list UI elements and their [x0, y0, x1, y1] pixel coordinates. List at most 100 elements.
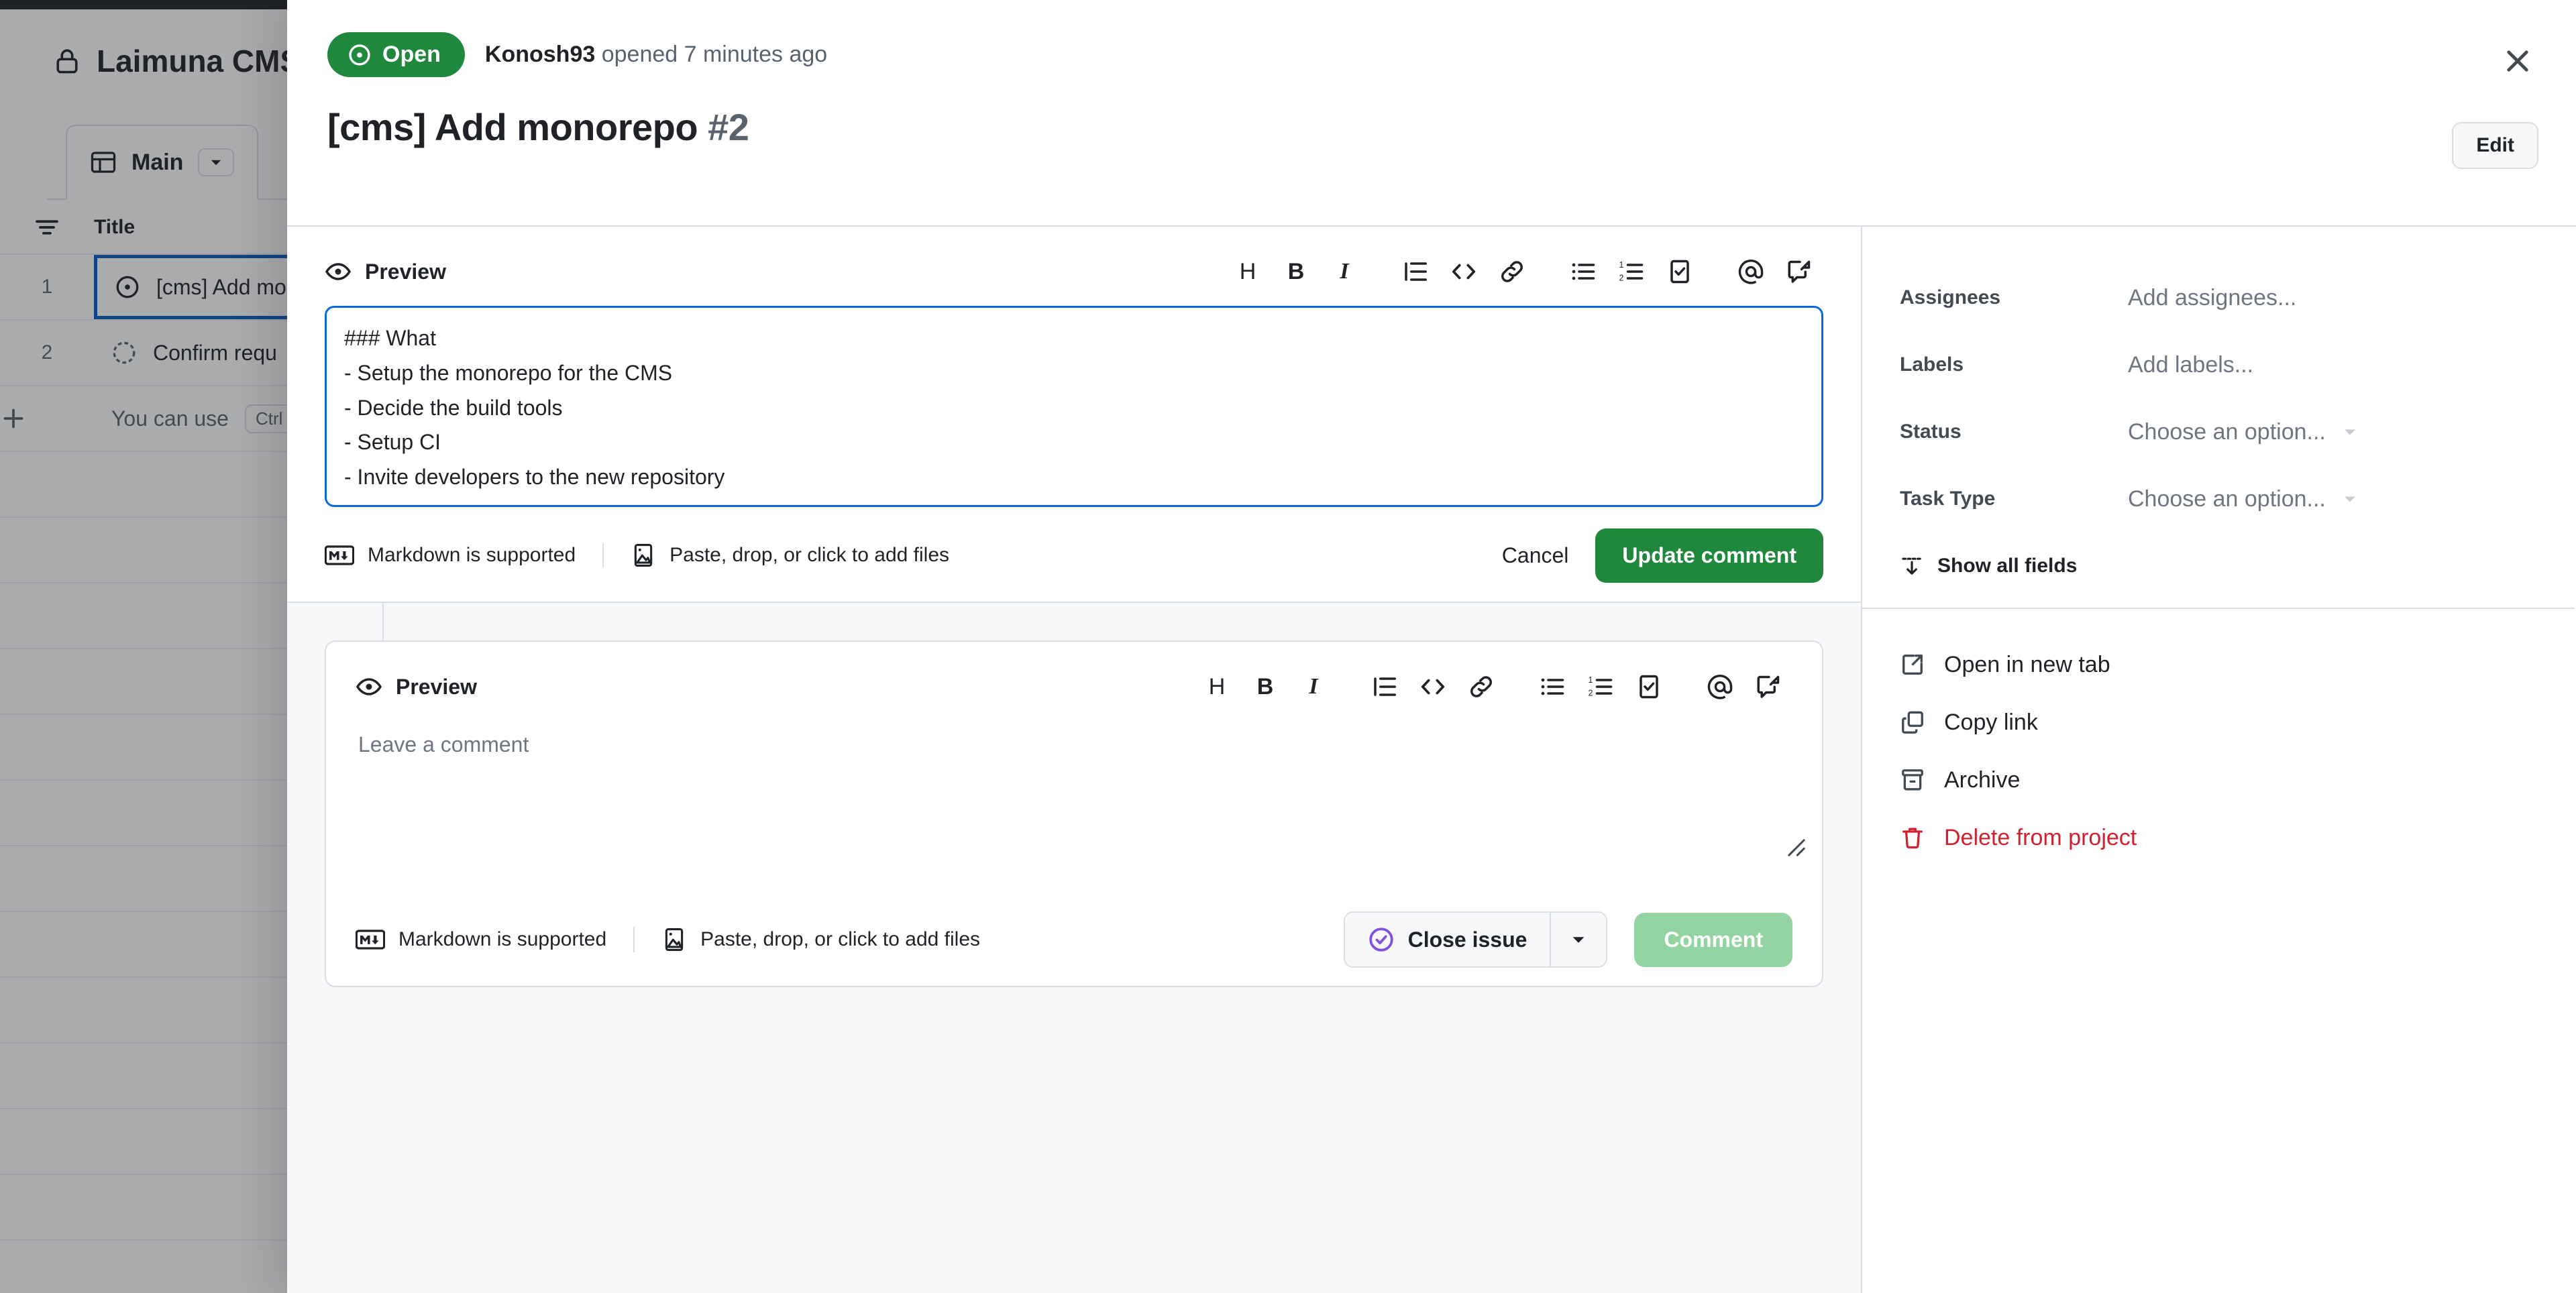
markdown-hint-label: Markdown is supported	[368, 544, 576, 566]
heading-icon[interactable]: H	[1193, 665, 1241, 709]
trash-icon	[1900, 825, 1925, 850]
cancel-button[interactable]: Cancel	[1502, 543, 1569, 568]
svg-text:2: 2	[1589, 689, 1593, 698]
issue-number: #2	[708, 106, 749, 148]
formatting-tool-group: H B I 1 2	[1224, 249, 1823, 294]
bold-icon[interactable]: B	[1272, 249, 1320, 294]
comment-button[interactable]: Comment	[1634, 912, 1792, 967]
chevron-down-icon[interactable]	[2341, 423, 2359, 441]
image-icon	[631, 543, 656, 568]
resize-grip-icon[interactable]	[1783, 834, 1810, 861]
composer-hints: Markdown is supported Paste, drop, or cl…	[356, 927, 1007, 952]
modal-header: Open Konosh93 opened 7 minutes ago [cms]…	[287, 0, 2576, 227]
sidebar-field-labels[interactable]: Labels Add labels...	[1900, 331, 2537, 398]
status-badge[interactable]: Open	[327, 32, 465, 77]
markdown-hint-label: Markdown is supported	[398, 928, 607, 950]
attach-files-hint[interactable]: Paste, drop, or click to add files	[633, 927, 1007, 952]
link-icon[interactable]	[1488, 249, 1536, 294]
action-label: Archive	[1944, 767, 2021, 793]
quote-icon[interactable]	[1391, 249, 1440, 294]
field-label: Labels	[1900, 353, 1964, 376]
issue-meta: Konosh93 opened 7 minutes ago	[485, 42, 827, 68]
unordered-list-icon[interactable]	[1528, 665, 1576, 709]
code-icon[interactable]	[1409, 665, 1457, 709]
mention-icon[interactable]	[1727, 249, 1775, 294]
issue-author: Konosh93	[484, 42, 596, 67]
issue-open-icon	[347, 43, 372, 67]
sidebar-actions: Open in new tab Copy link Archive Delete…	[1900, 636, 2537, 866]
preview-tab-label: Preview	[396, 674, 477, 699]
sidebar-field-task-type[interactable]: Task Type Choose an option...	[1900, 465, 2537, 532]
archive-action[interactable]: Archive	[1900, 751, 2537, 809]
markdown-icon	[325, 545, 354, 565]
editor-toolbar: Preview H B I 1 2	[356, 665, 1792, 709]
composer-hints: Markdown is supported Paste, drop, or cl…	[325, 543, 976, 568]
edit-composer-actions: Cancel Update comment	[1502, 528, 1823, 583]
reply-composer-actions: Close issue Comment	[1343, 911, 1792, 968]
chevron-down-icon[interactable]	[1550, 913, 1607, 966]
bold-icon[interactable]: B	[1241, 665, 1289, 709]
field-value: Choose an option...	[2128, 486, 2326, 512]
issue-opened-text: opened 7 minutes ago	[601, 42, 828, 67]
close-icon[interactable]	[2497, 40, 2538, 82]
edit-composer-footer: Markdown is supported Paste, drop, or cl…	[325, 528, 1823, 583]
link-icon[interactable]	[1457, 665, 1505, 709]
markdown-hint[interactable]: Markdown is supported	[356, 928, 633, 951]
field-label: Status	[1900, 420, 1962, 443]
update-comment-button[interactable]: Update comment	[1595, 528, 1823, 583]
external-link-icon	[1900, 652, 1925, 677]
heading-icon[interactable]: H	[1224, 249, 1272, 294]
reply-composer-footer: Markdown is supported Paste, drop, or cl…	[356, 911, 1792, 968]
markdown-hint[interactable]: Markdown is supported	[325, 544, 602, 567]
field-value-wrap[interactable]: Choose an option...	[2128, 419, 2359, 445]
mention-icon[interactable]	[1696, 665, 1744, 709]
field-label: Task Type	[1900, 488, 1996, 510]
issue-state-row: Open Konosh93 opened 7 minutes ago	[327, 32, 2536, 77]
quote-icon[interactable]	[1360, 665, 1409, 709]
edit-button[interactable]: Edit	[2452, 122, 2538, 169]
comment-body-textarea[interactable]	[325, 306, 1823, 507]
reply-body-textarea[interactable]	[356, 721, 1792, 891]
action-label: Open in new tab	[1944, 651, 2110, 677]
task-list-icon[interactable]	[1625, 665, 1673, 709]
field-value[interactable]: Add assignees...	[2128, 285, 2296, 311]
open-in-new-tab-action[interactable]: Open in new tab	[1900, 636, 2537, 693]
code-icon[interactable]	[1440, 249, 1488, 294]
close-issue-button-group: Close issue	[1343, 911, 1608, 968]
reference-icon[interactable]	[1744, 665, 1792, 709]
task-list-icon[interactable]	[1656, 249, 1704, 294]
copy-link-action[interactable]: Copy link	[1900, 693, 2537, 751]
field-value[interactable]: Add labels...	[2128, 352, 2253, 378]
show-all-fields-button[interactable]: Show all fields	[1900, 554, 2537, 578]
status-badge-label: Open	[382, 42, 441, 67]
editor-toolbar: Preview H B I 1 2	[325, 249, 1823, 294]
svg-text:1: 1	[1589, 675, 1593, 685]
preview-tab[interactable]: Preview	[325, 258, 446, 285]
svg-text:1: 1	[1619, 260, 1624, 270]
issue-title-text: [cms] Add monorepo	[327, 106, 698, 148]
italic-icon[interactable]: I	[1289, 665, 1338, 709]
attach-files-hint[interactable]: Paste, drop, or click to add files	[602, 543, 976, 568]
ordered-list-icon[interactable]: 1 2	[1576, 665, 1625, 709]
close-issue-button[interactable]: Close issue	[1344, 913, 1550, 966]
show-all-fields-label: Show all fields	[1937, 555, 2078, 577]
sidebar-divider	[1862, 608, 2575, 609]
unordered-list-icon[interactable]	[1559, 249, 1607, 294]
preview-tab[interactable]: Preview	[356, 673, 477, 700]
reply-comment-composer: Preview H B I 1 2 Leave a comment Markdo…	[325, 640, 1823, 987]
reference-icon[interactable]	[1775, 249, 1823, 294]
copy-icon	[1900, 710, 1925, 735]
ordered-list-icon[interactable]: 1 2	[1607, 249, 1656, 294]
sidebar-field-assignees[interactable]: Assignees Add assignees...	[1900, 264, 2537, 331]
field-value-wrap[interactable]: Choose an option...	[2128, 486, 2359, 512]
preview-tab-label: Preview	[365, 259, 446, 284]
italic-icon[interactable]: I	[1320, 249, 1368, 294]
delete-from-project-action[interactable]: Delete from project	[1900, 809, 2537, 866]
fold-down-icon	[1900, 554, 1924, 578]
attach-files-label: Paste, drop, or click to add files	[700, 928, 981, 950]
chevron-down-icon[interactable]	[2341, 490, 2359, 508]
formatting-tool-group: H B I 1 2	[1193, 665, 1792, 709]
sidebar-field-status[interactable]: Status Choose an option...	[1900, 398, 2537, 465]
markdown-icon	[356, 930, 385, 950]
issue-sidebar: Assignees Add assignees... Labels Add la…	[1862, 227, 2575, 1293]
